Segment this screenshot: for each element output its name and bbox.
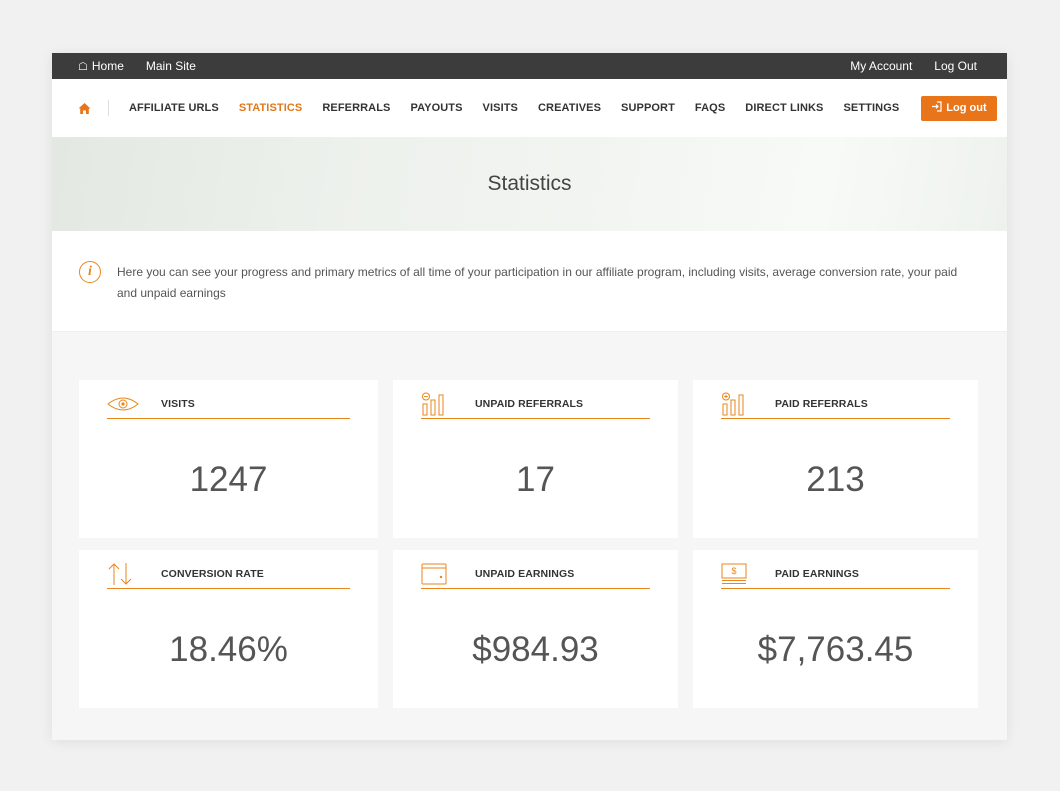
paid-referrals-icon [721,392,753,416]
unpaid-referrals-icon [421,392,453,416]
logout-button[interactable]: Log out [921,95,997,121]
nav-divider [108,100,109,116]
stat-card-header: CONVERSION RATE [107,560,350,589]
admin-home-label: Home [91,59,124,73]
stat-card-header: VISITS [107,390,350,419]
stat-value: 1247 [189,460,268,499]
stat-value: 18.46% [169,630,288,669]
cash-icon: $ [721,562,753,586]
wallet-icon [421,562,453,586]
eye-icon [107,392,139,416]
logout-label: Log out [946,102,987,114]
nav-item-affiliate-urls[interactable]: AFFILIATE URLS [129,102,219,114]
conversion-arrows-icon [107,562,139,586]
stat-title: PAID EARNINGS [775,568,859,580]
info-notice: i Here you can see your progress and pri… [52,231,1007,332]
nav-items: AFFILIATE URLS STATISTICS REFERRALS PAYO… [129,102,919,114]
admin-logout-link[interactable]: Log Out [934,59,977,73]
stat-title: CONVERSION RATE [161,568,264,580]
stat-card-unpaid-earnings: UNPAID EARNINGS $984.93 [393,550,678,708]
stat-value: $984.93 [472,630,599,669]
stats-grid: VISITS 1247 UNPAID REFERRALS 17 PAID REF… [79,380,978,708]
stat-card-unpaid-referrals: UNPAID REFERRALS 17 [393,380,678,538]
logout-icon [931,101,942,115]
nav-item-visits[interactable]: VISITS [483,102,518,114]
info-text: Here you can see your progress and prima… [117,265,958,300]
admin-home-link[interactable]: ☖ Home [78,59,124,73]
page-title: Statistics [487,172,572,195]
main-nav: AFFILIATE URLS STATISTICS REFERRALS PAYO… [52,79,1007,137]
my-account-link[interactable]: My Account [850,59,912,73]
nav-item-support[interactable]: SUPPORT [621,102,675,114]
stat-value: 213 [806,460,865,499]
stat-card-header: UNPAID EARNINGS [421,560,650,589]
nav-home-icon[interactable] [78,101,92,115]
stat-card-paid-earnings: $ PAID EARNINGS $7,763.45 [693,550,978,708]
home-icon: ☖ [78,60,88,73]
info-icon: i [79,261,101,283]
svg-text:$: $ [731,566,736,576]
stat-title: UNPAID REFERRALS [475,398,584,410]
stat-title: VISITS [161,398,195,410]
nav-item-creatives[interactable]: CREATIVES [538,102,601,114]
page-frame: ☖ Home Main Site My Account Log Out AFFI… [52,53,1007,740]
stat-title: UNPAID EARNINGS [475,568,575,580]
nav-item-payouts[interactable]: PAYOUTS [410,102,462,114]
stat-card-header: UNPAID REFERRALS [421,390,650,419]
nav-item-settings[interactable]: SETTINGS [843,102,899,114]
stat-card-paid-referrals: PAID REFERRALS 213 [693,380,978,538]
main-site-link[interactable]: Main Site [146,59,196,73]
stat-card-conversion-rate: CONVERSION RATE 18.46% [79,550,378,708]
nav-item-direct-links[interactable]: DIRECT LINKS [745,102,823,114]
stat-title: PAID REFERRALS [775,398,868,410]
stat-value: $7,763.45 [757,630,914,669]
stat-card-header: $ PAID EARNINGS [721,560,950,589]
nav-item-statistics[interactable]: STATISTICS [239,102,303,114]
nav-item-referrals[interactable]: REFERRALS [322,102,390,114]
page-header: Statistics [52,137,1007,231]
stat-card-visits: VISITS 1247 [79,380,378,538]
stat-card-header: PAID REFERRALS [721,390,950,419]
nav-item-faqs[interactable]: FAQS [695,102,725,114]
admin-bar: ☖ Home Main Site My Account Log Out [52,53,1007,79]
stat-value: 17 [516,460,555,499]
